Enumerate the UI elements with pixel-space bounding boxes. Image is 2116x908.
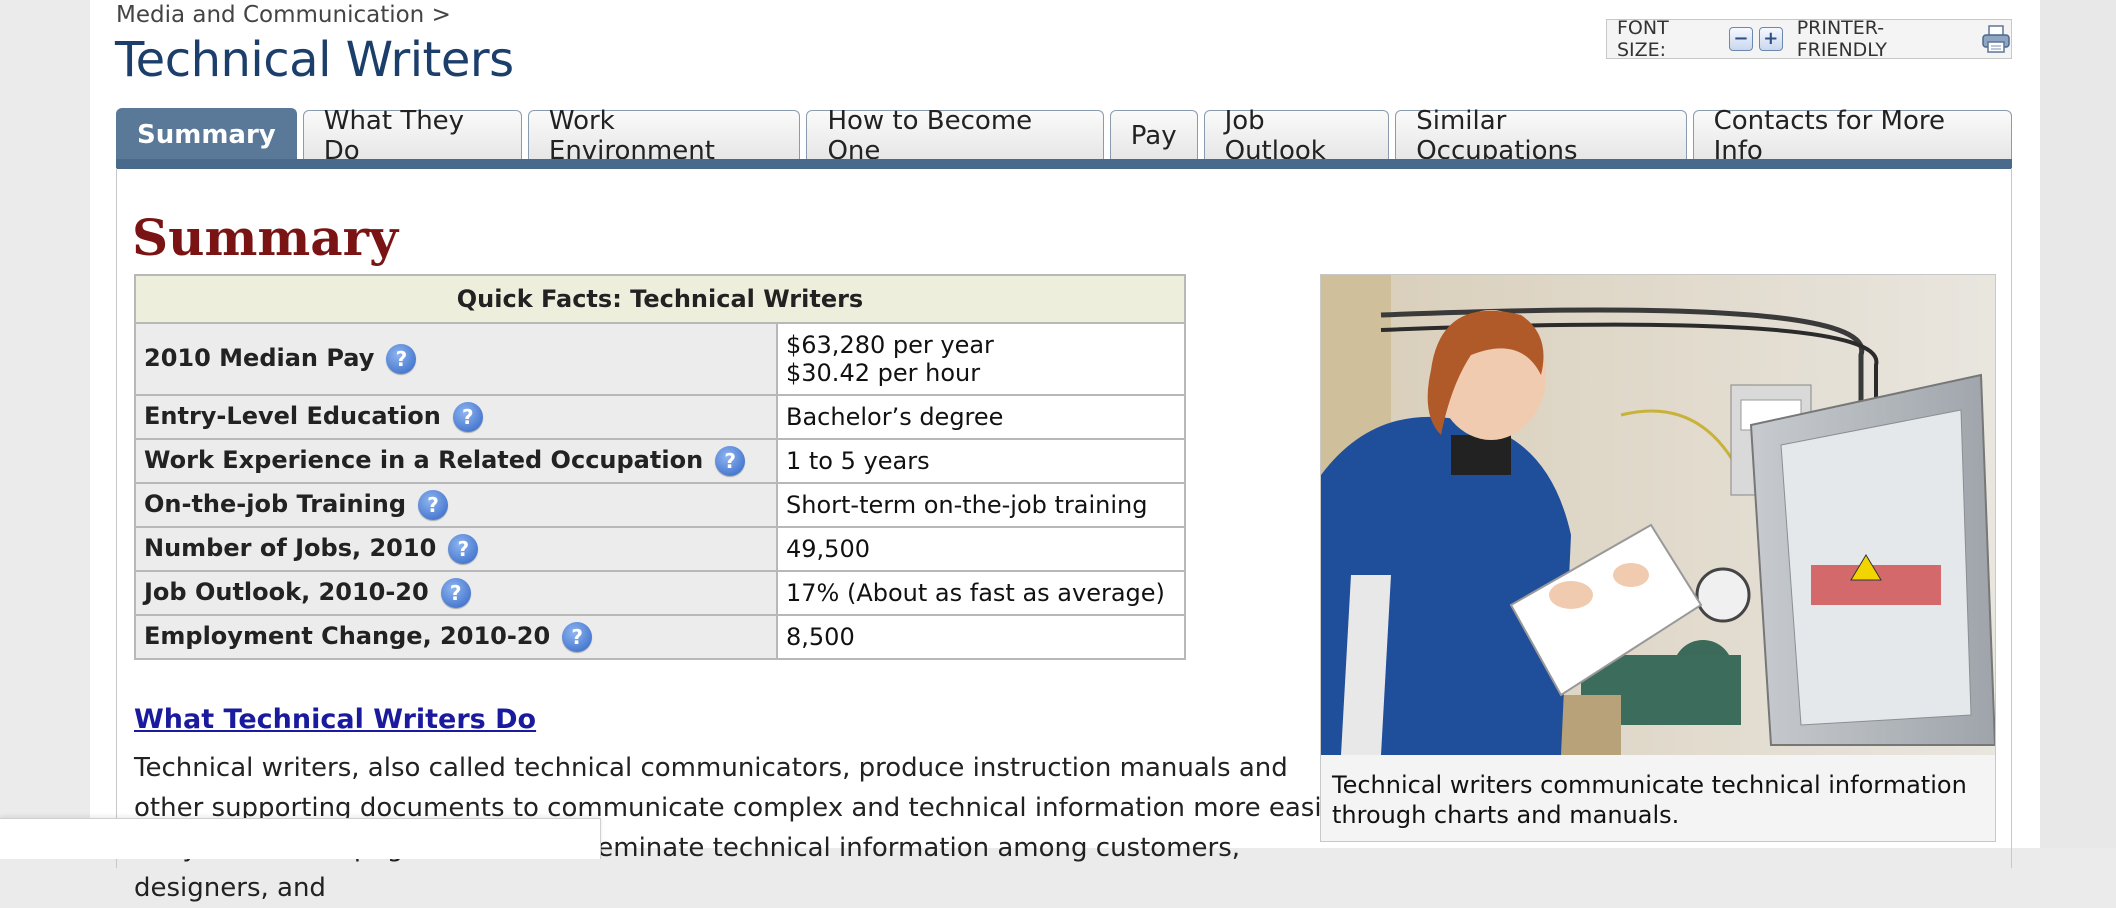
tab-what-they-do[interactable]: What They Do — [302, 106, 522, 166]
fact-value: 49,500 — [786, 535, 870, 563]
tab-similar-occupations[interactable]: Similar Occupations — [1395, 106, 1687, 166]
fact-label: Job Outlook, 2010-20 — [144, 578, 429, 606]
quick-facts-row: 2010 Median Pay? $63,280 per year $30.42 p… — [134, 322, 1186, 396]
fact-label: On-the-job Training — [144, 490, 407, 518]
help-icon[interactable]: ? — [562, 622, 593, 652]
fact-label: Work Experience in a Related Occupation — [144, 446, 704, 474]
fact-label-cell: Number of Jobs, 2010? — [134, 526, 778, 572]
fact-value: Bachelor’s degree — [786, 403, 1004, 431]
summary-heading: Summary — [132, 208, 399, 267]
help-icon[interactable]: ? — [440, 578, 471, 608]
fact-value: Short-term on-the-job training — [786, 491, 1148, 519]
page-tools: FONT SIZE: − + PRINTER-FRIENDLY — [1606, 17, 2012, 61]
fact-label: 2010 Median Pay — [144, 344, 375, 372]
quick-facts-table: Quick Facts: Technical Writers 2010 Medi… — [134, 274, 1186, 660]
tab-how-to-become-one[interactable]: How to Become One — [806, 106, 1104, 166]
minus-icon: − — [1733, 28, 1749, 49]
fact-label: Number of Jobs, 2010 — [144, 534, 437, 562]
fact-value-cell: $63,280 per year $30.42 per hour — [776, 322, 1186, 396]
help-icon[interactable]: ? — [452, 402, 483, 432]
fact-label-cell: 2010 Median Pay? — [134, 322, 778, 396]
fact-value: 8,500 — [786, 623, 855, 651]
tab-job-outlook[interactable]: Job Outlook — [1203, 106, 1390, 166]
font-decrease-button[interactable]: − — [1729, 27, 1753, 51]
quick-facts-title: Quick Facts: Technical Writers — [134, 274, 1186, 324]
quick-facts-row: Number of Jobs, 2010? 49,500 — [134, 526, 1186, 572]
fact-label-cell: Employment Change, 2010-20? — [134, 614, 778, 660]
fact-value: 17% (About as fast as average) — [786, 579, 1165, 607]
photo-caption: Technical writers communicate technical … — [1332, 771, 1967, 829]
fact-value-secondary: $30.42 per hour — [786, 359, 981, 387]
fact-value-cell: 17% (About as fast as average) — [776, 570, 1186, 616]
fact-value-cell: Short-term on-the-job training — [776, 482, 1186, 528]
fact-value-cell: 49,500 — [776, 526, 1186, 572]
tab-contacts-for-more-info[interactable]: Contacts for More Info — [1692, 106, 2012, 166]
technical-writer-photo — [1321, 275, 1995, 755]
printer-friendly-link[interactable]: PRINTER-FRIENDLY — [1797, 17, 1973, 61]
quick-facts-row: Entry-Level Education? Bachelor’s degree — [134, 394, 1186, 440]
fact-label-cell: Entry-Level Education? — [134, 394, 778, 440]
tab-nav: Summary What They Do Work Environment How t… — [116, 106, 2012, 169]
tab-work-environment[interactable]: Work Environment — [527, 106, 801, 166]
page: Media and Communication > Technical Writ… — [90, 0, 2040, 903]
overlay-panel-edge — [0, 818, 601, 859]
fact-value-cell: 8,500 — [776, 614, 1186, 660]
quick-facts-row: Work Experience in a Related Occupation?… — [134, 438, 1186, 484]
plus-icon: + — [1763, 28, 1779, 49]
tab-pay[interactable]: Pay — [1109, 110, 1198, 160]
quick-facts-row: Job Outlook, 2010-20? 17% (About as fast … — [134, 570, 1186, 616]
printer-icon[interactable] — [1981, 24, 2011, 54]
help-icon[interactable]: ? — [715, 446, 746, 476]
quick-facts-row: Employment Change, 2010-20? 8,500 — [134, 614, 1186, 660]
breadcrumb[interactable]: Media and Communication > — [116, 2, 451, 28]
help-icon[interactable]: ? — [448, 534, 479, 564]
help-icon[interactable]: ? — [386, 344, 417, 374]
font-size-label: FONT SIZE: — [1617, 17, 1669, 61]
page-title: Technical Writers — [115, 32, 514, 88]
fact-label: Employment Change, 2010-20 — [144, 622, 551, 650]
tab-summary[interactable]: Summary — [116, 108, 297, 160]
what-they-do-link[interactable]: What Technical Writers Do — [134, 704, 536, 735]
fact-value: $63,280 per year — [786, 331, 994, 359]
fact-label-cell: Work Experience in a Related Occupation? — [134, 438, 778, 484]
fact-value-cell: 1 to 5 years — [776, 438, 1186, 484]
quick-facts-row: On-the-job Training? Short-term on-the-jo… — [134, 482, 1186, 528]
fact-value-cell: Bachelor’s degree — [776, 394, 1186, 440]
fact-label-cell: Job Outlook, 2010-20? — [134, 570, 778, 616]
fact-label: Entry-Level Education — [144, 402, 441, 430]
fact-value: 1 to 5 years — [786, 447, 930, 475]
fact-label-cell: On-the-job Training? — [134, 482, 778, 528]
window-margin — [2040, 0, 2116, 848]
font-increase-button[interactable]: + — [1758, 27, 1783, 51]
help-icon[interactable]: ? — [418, 490, 449, 520]
